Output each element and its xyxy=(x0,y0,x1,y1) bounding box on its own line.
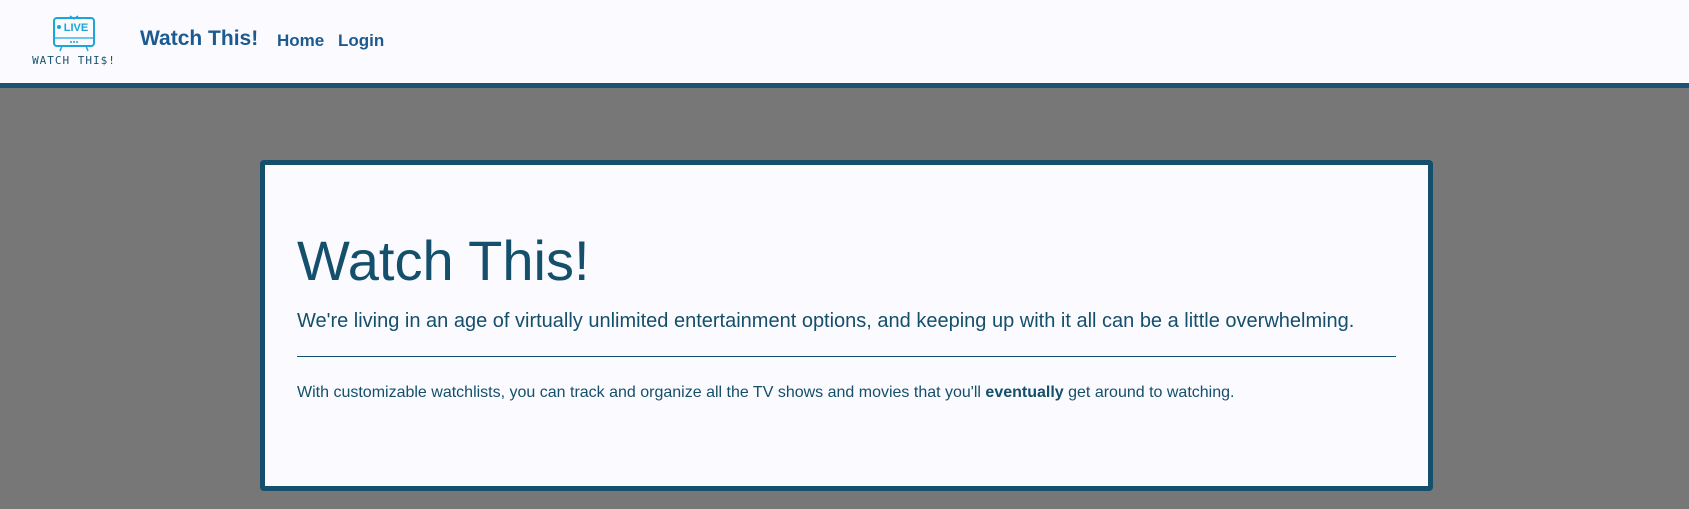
brand-title[interactable]: Watch This! xyxy=(140,27,258,51)
hero-body-text: With customizable watchlists, you can tr… xyxy=(297,384,1234,402)
logo-live-text: LIVE xyxy=(64,22,88,34)
logo-caption: WATCH THI$! xyxy=(32,54,116,67)
hero-body-emphasis: eventually xyxy=(985,384,1064,401)
nav-link-login[interactable]: Login xyxy=(338,31,384,51)
live-tv-icon: LIVE xyxy=(53,15,95,52)
hero-title: Watch This! xyxy=(297,229,590,292)
nav-link-home[interactable]: Home xyxy=(277,31,324,51)
site-logo[interactable]: LIVE WATCH THI$! xyxy=(26,14,122,70)
top-navbar: LIVE WATCH THI$! Watch This! Home Login xyxy=(0,0,1689,88)
hero-lead-text: We're living in an age of virtually unli… xyxy=(297,310,1355,332)
hero-body-end: get around to watching. xyxy=(1063,384,1235,401)
hero-divider xyxy=(297,356,1396,357)
hero-body-start: With customizable watchlists, you can tr… xyxy=(297,384,986,401)
hero-card: Watch This! We're living in an age of vi… xyxy=(260,160,1433,491)
